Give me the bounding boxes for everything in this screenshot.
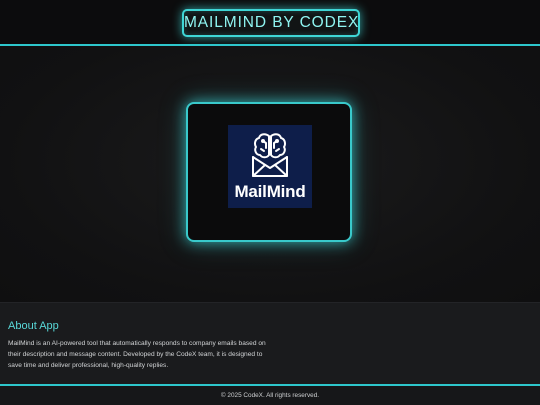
about-title: About App bbox=[8, 320, 59, 332]
app-page: MAILMIND BY CODEX MailMind About App Mai… bbox=[0, 0, 540, 405]
app-title-badge: MAILMIND BY CODEX bbox=[182, 9, 360, 37]
footer: © 2025 CodeX. All rights reserved. bbox=[0, 384, 540, 405]
top-bar: MAILMIND BY CODEX bbox=[0, 0, 540, 46]
app-logo: MailMind bbox=[228, 125, 312, 208]
logo-wordmark: MailMind bbox=[234, 182, 306, 201]
about-section: About App MailMind is an AI-powered tool… bbox=[0, 302, 540, 385]
brain-envelope-icon bbox=[252, 133, 288, 177]
about-description: MailMind is an AI-powered tool that auto… bbox=[8, 340, 266, 369]
copyright-text: © 2025 CodeX. All rights reserved. bbox=[220, 392, 320, 399]
